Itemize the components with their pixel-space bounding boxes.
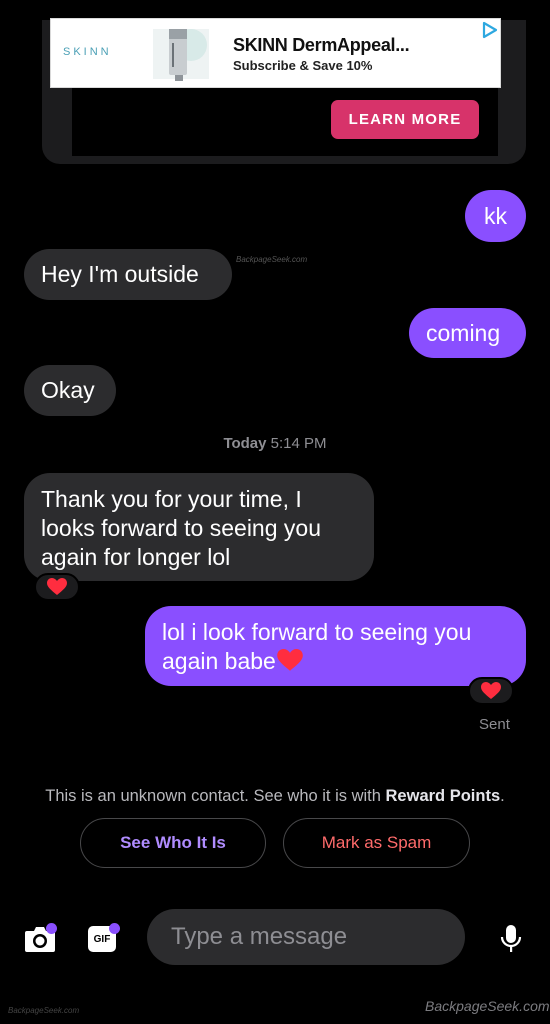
heart-icon — [277, 649, 303, 671]
message-outgoing[interactable]: lol i look forward to seeing you again b… — [145, 606, 526, 686]
message-reaction[interactable] — [468, 677, 514, 705]
see-who-button[interactable]: See Who It Is — [80, 818, 266, 868]
ad-title: SKINN DermAppeal... — [233, 35, 410, 55]
timestamp-day: Today — [223, 435, 267, 452]
message-input[interactable] — [147, 909, 465, 965]
learn-more-button[interactable]: LEARN MORE — [331, 100, 479, 139]
message-text: Okay — [41, 377, 95, 403]
message-reaction[interactable] — [34, 573, 80, 601]
unknown-contact-notice: This is an unknown contact. See who it i… — [45, 787, 505, 805]
timestamp: Today 5:14 PM — [0, 435, 550, 452]
ad-brand-logo: SKINN — [63, 46, 112, 58]
ad-subtitle: Subscribe & Save 10% — [233, 58, 373, 73]
ad-banner[interactable]: SKINN SKINN DermAppeal... Subscribe & Sa… — [50, 18, 501, 88]
watermark-footer: BackpageSeek.com — [425, 998, 550, 1014]
message-incoming[interactable]: Okay — [24, 365, 116, 416]
ad-product-image — [153, 29, 209, 81]
mark-spam-button[interactable]: Mark as Spam — [283, 818, 470, 868]
watermark-corner: BackpageSeek.com — [8, 1006, 80, 1015]
microphone-button[interactable] — [498, 923, 524, 955]
heart-icon — [481, 682, 501, 699]
message-text: Thank you for your time, I looks forward… — [41, 486, 321, 570]
message-text: coming — [426, 319, 501, 346]
ad-choices-icon[interactable] — [479, 21, 499, 39]
watermark-inline: BackpageSeek.com — [236, 255, 308, 264]
microphone-icon — [500, 925, 522, 952]
camera-notification-dot — [46, 923, 57, 934]
gif-notification-dot — [109, 923, 120, 934]
message-incoming[interactable]: Thank you for your time, I looks forward… — [24, 473, 374, 581]
message-outgoing[interactable]: kk — [465, 190, 526, 242]
message-outgoing[interactable]: coming — [409, 308, 526, 358]
delivery-status: Sent — [479, 716, 510, 733]
message-incoming[interactable]: Hey I'm outside — [24, 249, 232, 300]
message-text: kk — [484, 202, 507, 229]
reward-points-link[interactable]: Reward Points — [386, 787, 501, 805]
message-text: Hey I'm outside — [41, 261, 199, 287]
heart-icon — [47, 578, 67, 595]
message-text: lol i look forward to seeing you again b… — [162, 619, 472, 674]
timestamp-time: 5:14 PM — [270, 435, 327, 452]
